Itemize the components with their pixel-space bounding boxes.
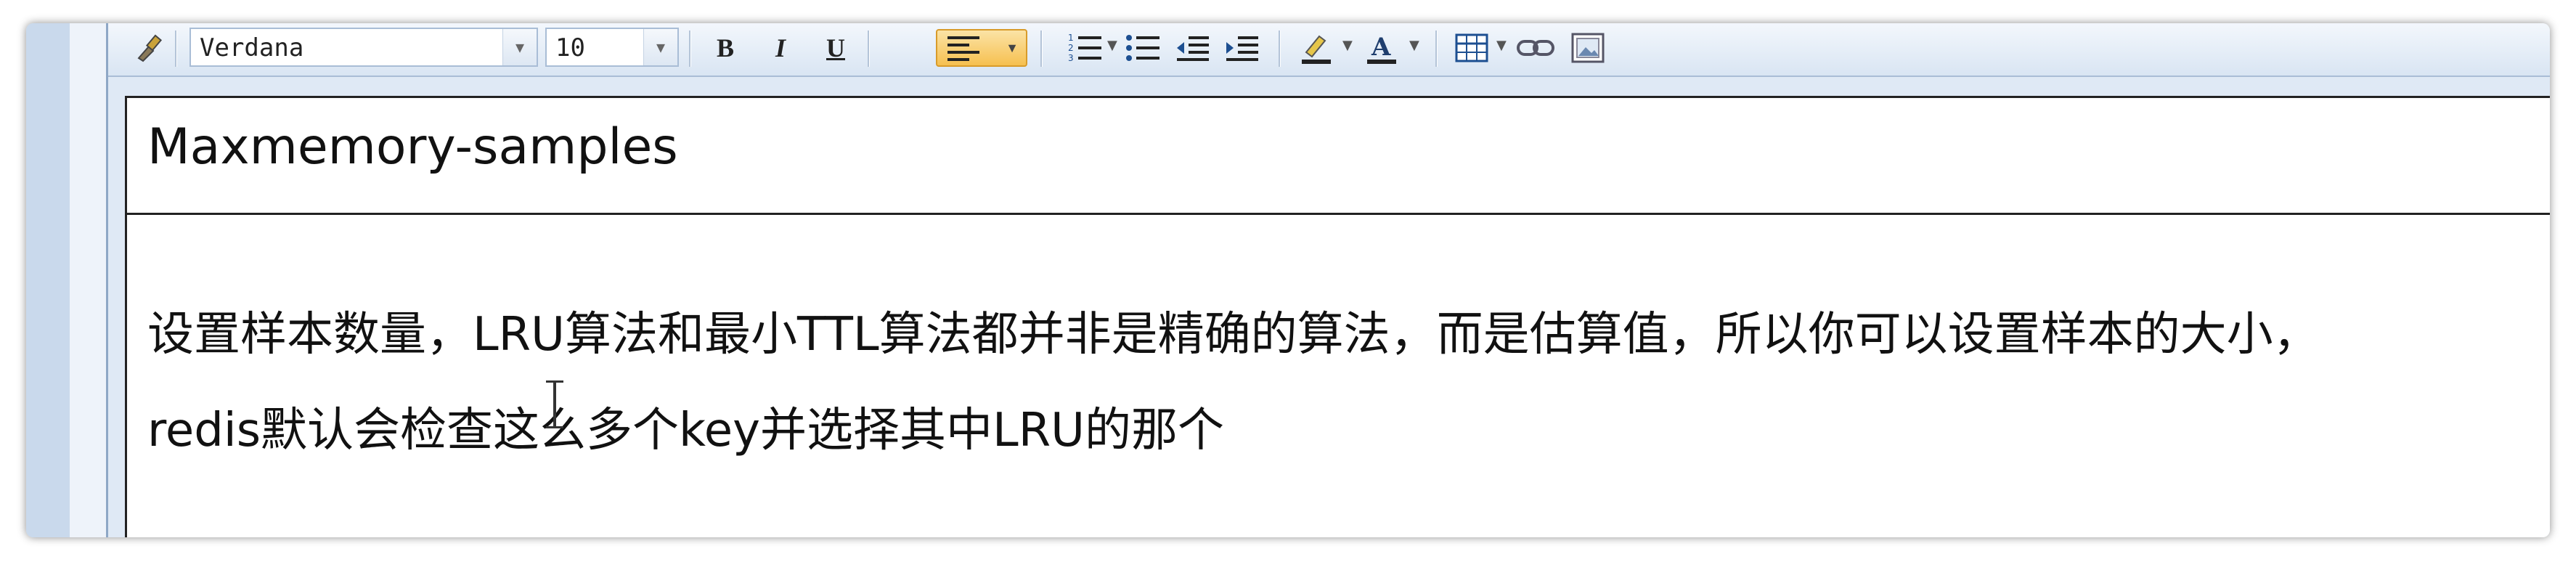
- body-line-2: redis默认会检查这么多个key并选择其中LRU的那个: [147, 404, 1225, 457]
- insert-image-icon[interactable]: [1569, 29, 1607, 67]
- toolbar-separator: [1279, 30, 1281, 67]
- toolbar-separator: [1040, 30, 1043, 67]
- text-cursor-icon: [546, 380, 563, 428]
- document-body[interactable]: 设置样本数量，LRU算法和最小TTL算法都并非是精确的算法，而是估算值，所以你可…: [147, 287, 2550, 478]
- highlight-color-icon[interactable]: [1297, 29, 1335, 67]
- font-size-select[interactable]: 10 ▼: [545, 28, 679, 67]
- body-line-1: 设置样本数量，LRU算法和最小TTL算法都并非是精确的算法，而是估算值，所以你可…: [147, 308, 2320, 362]
- title-divider: [127, 213, 2550, 215]
- left-panel-edge: [26, 23, 71, 537]
- toolbar-separator: [868, 30, 870, 67]
- svg-text:1: 1: [1068, 33, 1074, 43]
- insert-link-icon[interactable]: [1517, 29, 1554, 67]
- chevron-down-icon[interactable]: ▼: [1496, 38, 1507, 53]
- toolbar-separator: [689, 30, 691, 67]
- editor-content-area[interactable]: Maxmemory-samples 设置样本数量，LRU算法和最小TTL算法都并…: [125, 96, 2550, 537]
- left-panel-gutter: [70, 23, 108, 537]
- italic-button[interactable]: I: [762, 29, 799, 67]
- svg-text:A: A: [1371, 33, 1391, 62]
- toolbar-separator: [1435, 30, 1438, 67]
- chevron-down-icon[interactable]: ▼: [643, 29, 677, 65]
- toolbar-separator: [175, 30, 177, 67]
- clear-format-icon[interactable]: [130, 29, 168, 67]
- editor-window: Verdana ▼ 10 ▼ B I U ▼ 1 2 3 ▼ ▼ A ▼ ▼ M…: [26, 23, 2550, 537]
- svg-text:3: 3: [1068, 53, 1074, 63]
- insert-table-icon[interactable]: [1453, 29, 1491, 67]
- underline-button[interactable]: U: [817, 29, 855, 67]
- formatting-toolbar: Verdana ▼ 10 ▼ B I U ▼ 1 2 3 ▼ ▼ A ▼ ▼: [108, 23, 2550, 77]
- svg-text:2: 2: [1068, 43, 1074, 53]
- numbered-list-icon[interactable]: 1 2 3: [1067, 29, 1104, 67]
- text-color-icon[interactable]: A: [1363, 29, 1401, 67]
- bullet-list-icon[interactable]: [1125, 29, 1162, 67]
- bold-button[interactable]: B: [706, 29, 744, 67]
- outdent-icon[interactable]: [1174, 29, 1212, 67]
- font-family-value: Verdana: [200, 33, 304, 62]
- document-title[interactable]: Maxmemory-samples: [147, 118, 678, 176]
- chevron-down-icon[interactable]: ▼: [502, 29, 537, 65]
- chevron-down-icon[interactable]: ▼: [1342, 38, 1353, 53]
- align-left-icon: [947, 36, 979, 61]
- chevron-down-icon[interactable]: ▼: [1107, 38, 1117, 53]
- font-family-select[interactable]: Verdana ▼: [189, 28, 538, 67]
- align-left-button[interactable]: ▼: [936, 29, 1027, 67]
- indent-icon[interactable]: [1223, 29, 1261, 67]
- chevron-down-icon[interactable]: ▼: [1409, 38, 1419, 53]
- font-size-value: 10: [555, 33, 585, 62]
